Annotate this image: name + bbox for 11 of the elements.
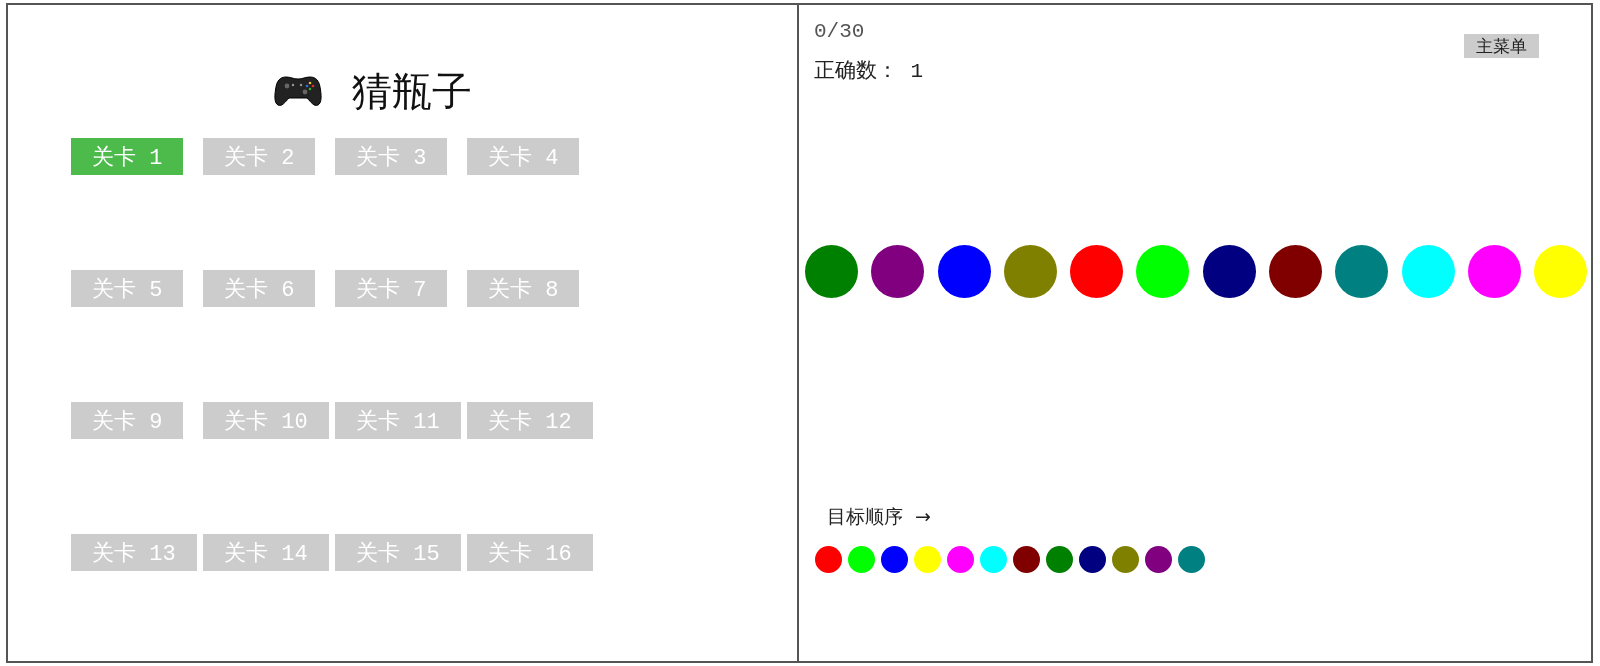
progress-counter: 0/30 <box>814 19 866 45</box>
guess-circle[interactable] <box>1202 245 1256 298</box>
main-menu-button[interactable]: 主菜单 <box>1464 34 1539 58</box>
guess-circle[interactable] <box>1269 245 1323 298</box>
target-order-label: 目标顺序 → <box>827 504 931 528</box>
guess-circle[interactable] <box>937 245 991 298</box>
gamepad-icon <box>274 75 322 107</box>
guess-circle[interactable] <box>871 245 925 298</box>
correct-count: 正确数： 1 <box>814 59 924 85</box>
level-button[interactable]: 关卡 1 <box>71 138 184 175</box>
game-title: 猜瓶子 <box>352 69 472 113</box>
